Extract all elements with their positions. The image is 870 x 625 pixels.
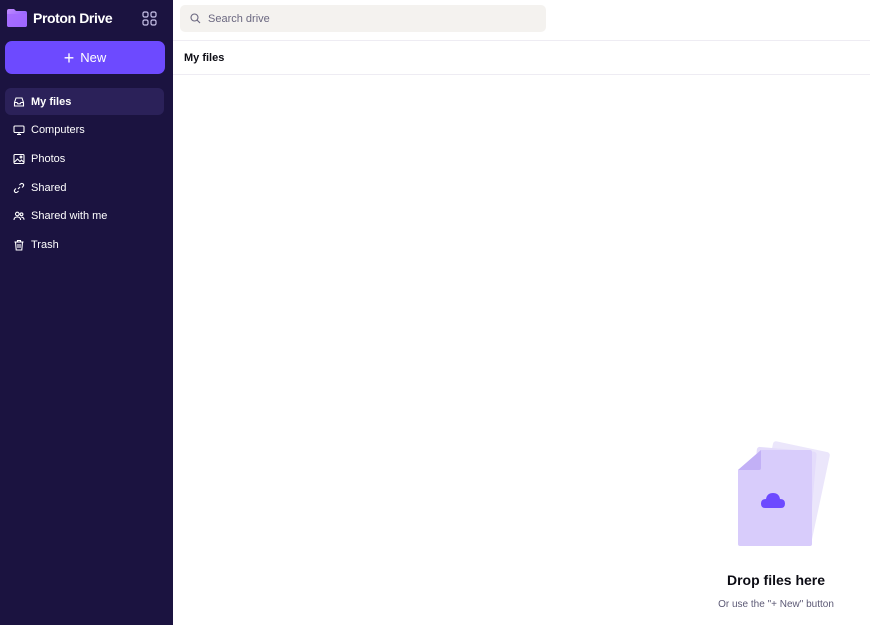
drive-icon [13, 96, 25, 108]
sidebar-item-computers[interactable]: Computers [5, 117, 164, 144]
plus-icon: + [63, 47, 75, 68]
users-icon [13, 210, 25, 222]
sidebar-item-label: My files [31, 95, 72, 108]
sidebar-item-label: Photos [31, 152, 66, 165]
sidebar-item-label: Shared with me [31, 210, 108, 223]
sidebar-item-label: Shared [31, 181, 67, 194]
sidebar: Proton Drive + New My files Computers Ph… [0, 0, 173, 625]
proton-drive-logo-icon [7, 9, 27, 27]
app-name: Proton Drive [33, 10, 113, 26]
image-icon [13, 153, 25, 165]
new-button-label: New [80, 50, 107, 65]
sidebar-item-label: Trash [31, 238, 59, 251]
search-box[interactable] [180, 5, 546, 32]
sidebar-item-shared-with-me[interactable]: Shared with me [5, 203, 164, 230]
search-input[interactable] [208, 12, 528, 25]
link-icon [13, 182, 25, 194]
grid-icon [141, 10, 157, 26]
page-title: My files [184, 52, 225, 64]
sidebar-nav: My files Computers Photos Shared Shared … [5, 88, 164, 260]
empty-state-title: Drop files here [726, 572, 826, 588]
new-button[interactable]: + New [5, 41, 165, 74]
empty-folder-illustration-icon [738, 441, 830, 546]
sidebar-item-my-files[interactable]: My files [5, 88, 164, 115]
content-header: My files [173, 42, 870, 75]
sidebar-item-photos[interactable]: Photos [5, 145, 164, 172]
app-switcher-button[interactable] [140, 9, 158, 27]
sidebar-item-trash[interactable]: Trash [5, 231, 164, 258]
sidebar-item-shared[interactable]: Shared [5, 174, 164, 201]
trash-icon [13, 239, 25, 251]
empty-state-subtitle: Or use the "+ New" button [718, 599, 834, 610]
sidebar-item-label: Computers [31, 124, 85, 137]
monitor-icon [13, 124, 25, 136]
search-icon [190, 13, 201, 24]
top-bar [173, 0, 870, 41]
brand[interactable]: Proton Drive [7, 8, 113, 28]
